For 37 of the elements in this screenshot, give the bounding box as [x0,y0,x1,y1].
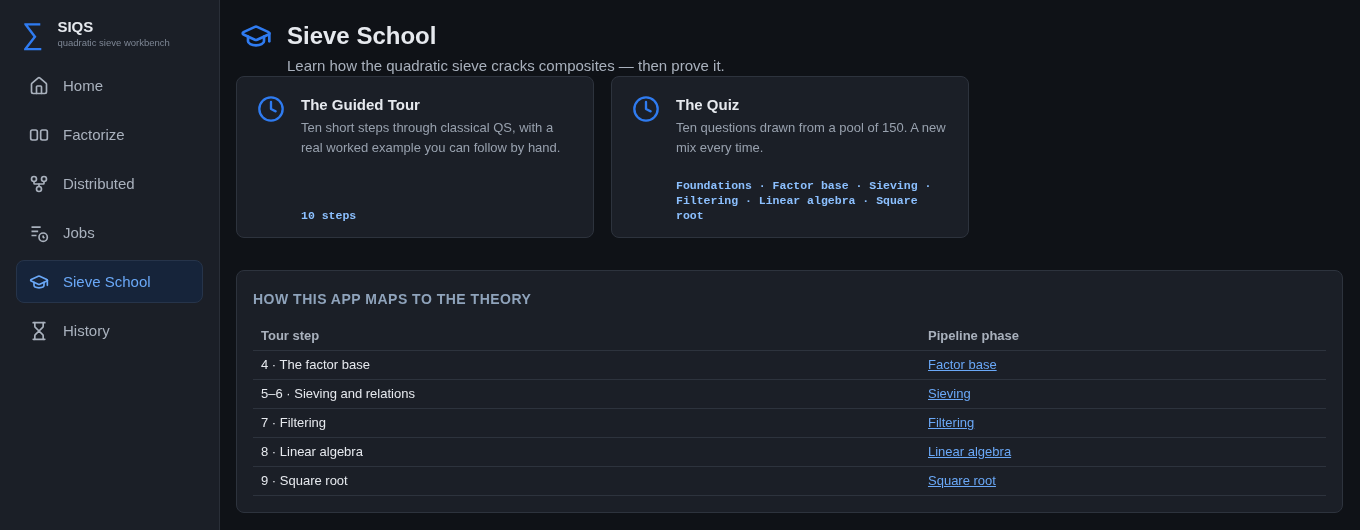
phase-link[interactable]: Filtering [928,414,975,430]
card-description: Ten questions drawn from a pool of 150. A new mix every time. [676,119,947,157]
table-cell: 9 · Square root [253,466,920,495]
feature-card[interactable]: The Quiz Ten questions drawn from a pool of 150. A new mix every time. Foundations · Factor base · Sieving · Filtering · Linear algebra · Square root [611,76,969,238]
clock-icon [632,95,660,123]
page-subtitle: Learn how the quadratic sieve cracks composites — then prove it. [286,56,726,76]
nav-item[interactable]: Jobs [16,211,203,255]
house-icon [29,75,49,96]
column-header: Pipeline phase [920,322,1326,350]
feature-card[interactable]: The Guided Tour Ten short steps through classical QS, with a real worked example you can follow by hand. 10 steps [236,76,594,238]
page-title: Sieve School [287,21,437,51]
phase-link[interactable]: Sieving [928,385,971,401]
nav-item[interactable]: History [16,309,203,353]
card-footer: 10 steps [301,208,577,223]
card-description: Ten short steps through classical QS, with a real worked example you can follow by hand. [301,119,562,157]
card-title: The Quiz [676,95,741,115]
phase-link[interactable]: Linear algebra [928,443,1012,459]
logo: ∑ [22,19,44,50]
app-subtitle: quadratic sieve workbench [57,36,170,50]
card-footer: Foundations · Factor base · Sieving · Filtering · Linear algebra · Square root [676,178,952,223]
nav-item[interactable]: Factorize [16,113,203,157]
table-cell: 8 · Linear algebra [253,437,920,466]
phase-link[interactable]: Factor base [928,356,997,372]
table-cell: 7 · Filtering [253,408,920,437]
section-title: HOW THIS APP MAPS TO THE THEORY [253,290,533,309]
table-cell: 5–6 · Sieving and relations [253,379,920,408]
app-title: SIQS [57,18,95,36]
nav-item[interactable]: Home [16,64,203,108]
clock-icon [257,95,285,123]
phase-link[interactable]: Square root [928,472,996,488]
card-title: The Guided Tour [301,95,421,115]
nav-item[interactable]: Distributed [16,162,203,206]
column-header: Tour step [253,322,920,350]
nav-item[interactable]: Sieve School [16,260,203,304]
hourglass-icon [29,320,49,341]
table-cell: 4 · The factor base [253,350,920,379]
fork-icon [29,173,49,194]
